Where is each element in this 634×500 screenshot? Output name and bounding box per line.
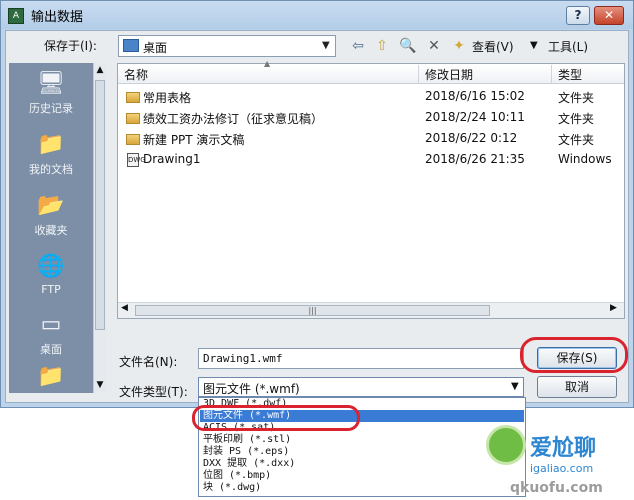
- file-name: 常用表格: [143, 91, 192, 105]
- new-folder-icon[interactable]: ✦: [449, 37, 469, 55]
- search-icon[interactable]: 🔍: [398, 37, 418, 55]
- history-icon: 🖥: [37, 71, 65, 96]
- folder-icon: [126, 113, 140, 124]
- file-type: 文件夹: [558, 133, 595, 147]
- scroll-down-icon[interactable]: ▼: [93, 380, 107, 390]
- filetype-option[interactable]: DXX 提取 (*.dxx): [200, 458, 524, 470]
- place-more[interactable]: 📁: [9, 364, 93, 393]
- sort-ascending-icon: ▲: [264, 59, 271, 68]
- back-icon[interactable]: ⇦: [348, 37, 368, 55]
- cancel-button[interactable]: 取消: [537, 376, 617, 398]
- place-label: FTP: [41, 283, 61, 296]
- place-label: 我的文档: [29, 163, 73, 176]
- place-label: 历史记录: [29, 102, 73, 115]
- column-divider[interactable]: [418, 65, 419, 83]
- file-name: Drawing1: [143, 152, 201, 166]
- folder-icon: [126, 134, 140, 145]
- tools-menu-button[interactable]: 工具(L): [548, 38, 588, 55]
- horizontal-scroll-thumb[interactable]: |||: [135, 305, 490, 316]
- folder-icon: [126, 92, 140, 103]
- filename-label: 文件名(N):: [119, 355, 178, 369]
- up-folder-icon[interactable]: ⇧: [372, 37, 392, 55]
- folder-icon: [123, 39, 139, 52]
- chevron-down-icon[interactable]: ▼: [322, 40, 330, 51]
- desktop-icon: ▭: [40, 312, 62, 337]
- place-label: 桌面: [40, 343, 62, 356]
- place-history[interactable]: 🖥 历史记录: [9, 71, 93, 116]
- column-header-type[interactable]: 类型: [558, 66, 582, 83]
- column-header-date[interactable]: 修改日期: [425, 66, 473, 83]
- table-row[interactable]: [118, 87, 624, 108]
- file-date: 2018/2/24 10:11: [425, 110, 525, 124]
- scroll-up-icon[interactable]: ▲: [93, 65, 107, 75]
- places-scroll-thumb[interactable]: [95, 80, 105, 330]
- filetype-option[interactable]: 块 (*.dwg): [200, 482, 524, 494]
- scroll-left-icon[interactable]: ◀: [121, 303, 128, 313]
- documents-icon: 📁: [37, 132, 65, 157]
- filetype-option[interactable]: 位图 (*.bmp): [200, 470, 524, 482]
- list-header: [118, 64, 624, 84]
- title-bar[interactable]: [1, 1, 633, 29]
- dwg-file-icon: DWG: [127, 153, 146, 167]
- file-date: 2018/6/26 21:35: [425, 152, 525, 166]
- place-favorites[interactable]: 📂 收藏夹: [9, 193, 93, 238]
- chevron-down-icon[interactable]: ▼: [511, 381, 519, 392]
- place-desktop[interactable]: ▭ 桌面: [9, 312, 93, 357]
- save-in-label: 保存于(I):: [44, 39, 97, 53]
- help-button[interactable]: ?: [566, 6, 590, 25]
- chevron-down-icon[interactable]: ▼: [530, 40, 538, 51]
- watermark-title: 爱尬聊: [530, 436, 597, 461]
- view-menu-button[interactable]: 查看(V): [472, 38, 514, 55]
- highlight-save-annotation: [520, 337, 628, 373]
- filename-input[interactable]: Drawing1.wmf: [198, 348, 524, 369]
- file-name: 绩效工资办法修订（征求意见稿）: [143, 112, 324, 126]
- filetype-value: 图元文件 (*.wmf): [203, 382, 300, 396]
- ftp-icon: 🌐: [37, 254, 65, 279]
- delete-icon[interactable]: ✕: [424, 37, 444, 55]
- watermark-url: igaliao.com: [530, 462, 594, 475]
- filetype-option[interactable]: 平板印刷 (*.stl): [200, 434, 524, 446]
- favorites-icon: 📂: [37, 193, 65, 218]
- filetype-option[interactable]: 封装 PS (*.eps): [200, 446, 524, 458]
- column-divider[interactable]: [551, 65, 552, 83]
- file-type: Windows: [558, 152, 612, 166]
- file-type: 文件夹: [558, 112, 595, 126]
- highlight-option-annotation: [192, 405, 360, 431]
- file-date: 2018/6/22 0:12: [425, 131, 518, 145]
- place-ftp[interactable]: 🌐 FTP: [9, 254, 93, 296]
- file-type: 文件夹: [558, 91, 595, 105]
- place-documents[interactable]: 📁 我的文档: [9, 132, 93, 177]
- file-name: 新建 PPT 演示文稿: [143, 133, 245, 147]
- scroll-right-icon[interactable]: ▶: [610, 303, 617, 313]
- watermark-url-secondary: qkuofu.com: [510, 480, 603, 496]
- location-value: 桌面: [143, 41, 168, 55]
- file-date: 2018/6/16 15:02: [425, 89, 525, 103]
- folder-icon: 📁: [37, 364, 65, 389]
- app-icon: A: [8, 8, 24, 24]
- column-header-name[interactable]: 名称: [124, 66, 148, 83]
- filetype-label: 文件类型(T):: [119, 385, 188, 399]
- watermark-logo: [486, 425, 526, 465]
- place-label: 收藏夹: [34, 224, 68, 237]
- close-button[interactable]: ✕: [594, 6, 624, 25]
- window-title: 输出数据: [31, 10, 84, 25]
